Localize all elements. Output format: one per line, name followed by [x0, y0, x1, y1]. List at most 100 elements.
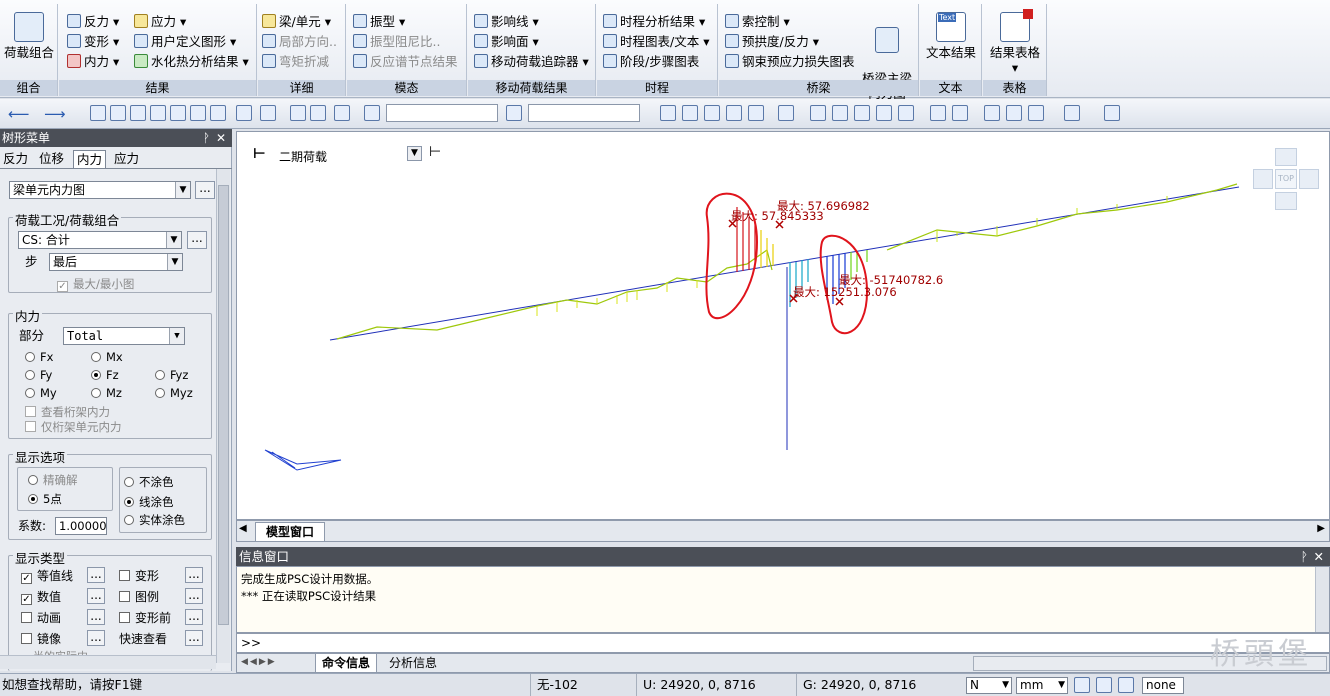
radio-my[interactable]: My — [25, 385, 57, 401]
view-iso-icon[interactable] — [748, 105, 764, 121]
unselect-icon[interactable] — [210, 105, 226, 121]
zoom-window-icon[interactable] — [832, 105, 848, 121]
selection-combo[interactable]: none — [1142, 677, 1184, 694]
inverse-icon[interactable] — [260, 105, 276, 121]
tab-displacement[interactable]: 位移 — [36, 150, 67, 168]
view-cube-top[interactable]: TOP — [1275, 169, 1297, 189]
view-cube[interactable]: TOP — [1251, 146, 1321, 212]
mirror-options-button[interactable]: ... — [87, 630, 105, 646]
view-front-icon[interactable] — [660, 105, 676, 121]
contour-options-button[interactable]: ... — [87, 567, 105, 583]
legend-checkbox[interactable]: 图例 — [119, 589, 159, 605]
select-icon[interactable] — [90, 105, 106, 121]
influence-line-button[interactable]: 影响线 ▾ — [474, 12, 539, 32]
select-filter-combo[interactable] — [386, 104, 498, 122]
moving-tracer-button[interactable]: 移动荷载追踪器 ▾ — [474, 52, 589, 72]
radio-exact[interactable]: 精确解 — [28, 472, 78, 488]
radio-fz[interactable]: Fz — [91, 367, 119, 383]
deform-options-button[interactable]: ... — [185, 567, 203, 583]
pointer-icon[interactable] — [364, 105, 380, 121]
undo-icon[interactable]: ⟵ — [8, 105, 30, 123]
radio-solid-color[interactable]: 实体涂色 — [124, 512, 185, 528]
type-options-button[interactable]: ... — [195, 181, 215, 199]
deform-checkbox[interactable]: 变形 — [119, 568, 159, 584]
length-unit-combo[interactable]: mm ▼ — [1016, 677, 1068, 694]
snap-icon[interactable] — [1074, 677, 1090, 693]
coef-input[interactable]: 1.000000 — [55, 517, 107, 535]
select-volume-icon[interactable] — [190, 105, 206, 121]
select-line-icon[interactable] — [150, 105, 166, 121]
snap2-icon[interactable] — [1096, 677, 1112, 693]
deactivate-icon[interactable] — [310, 105, 326, 121]
result-type-combo[interactable]: 梁单元内力图 ▼ — [9, 181, 191, 199]
activate-icon[interactable] — [236, 105, 252, 121]
screen-icon[interactable] — [876, 105, 892, 121]
lock-icon[interactable] — [1006, 105, 1022, 121]
radio-fyz[interactable]: Fyz — [155, 367, 188, 383]
radio-mx[interactable]: Mx — [91, 349, 123, 365]
scroll-thumb[interactable] — [218, 185, 229, 625]
tab-force[interactable]: 内力 — [73, 150, 107, 168]
radio-mz[interactable]: Mz — [91, 385, 122, 401]
view-cube-back[interactable] — [1275, 148, 1297, 166]
part-combo[interactable]: Total ▼ — [63, 327, 185, 345]
activate-all-icon[interactable] — [290, 105, 306, 121]
tab-model-window[interactable]: 模型窗口 — [255, 522, 326, 541]
reaction-button[interactable]: 反力 ▾ — [67, 12, 119, 32]
deformation-button[interactable]: 变形 ▾ — [67, 32, 119, 52]
stress-button[interactable]: 应力 ▾ — [134, 12, 186, 32]
view-back-icon[interactable] — [682, 105, 698, 121]
radio-fy[interactable]: Fy — [25, 367, 52, 383]
view-cube-front[interactable] — [1275, 192, 1297, 210]
tendon-loss-button[interactable]: 钢束预应力损失图表 — [725, 52, 855, 72]
tab-reaction[interactable]: 反力 — [0, 150, 31, 168]
play-icon[interactable] — [1118, 677, 1134, 693]
zoom-icon[interactable] — [778, 105, 794, 121]
truss-only-checkbox[interactable]: 仅桁架单元内力 — [25, 419, 122, 435]
select-window-icon[interactable] — [110, 105, 126, 121]
copy-icon[interactable] — [984, 105, 1000, 121]
user-graph-button[interactable]: 用户定义图形 ▾ — [134, 32, 236, 52]
info-scrollbar[interactable] — [1315, 567, 1329, 632]
load-case-options-button[interactable]: ... — [187, 231, 207, 249]
undeformed-options-button[interactable]: ... — [185, 609, 203, 625]
radio-five-point[interactable]: 5点 — [28, 491, 62, 507]
tab-stress[interactable]: 应力 — [111, 150, 142, 168]
redo-icon[interactable]: ⟶ — [44, 105, 66, 123]
tab-nav-icon[interactable]: ◀◀▶▶ — [241, 657, 277, 667]
screen2-icon[interactable] — [898, 105, 914, 121]
pointer2-icon[interactable] — [506, 105, 522, 121]
contour-checkbox[interactable]: ✓ 等值线 — [21, 568, 73, 584]
load-combination-button[interactable]: 荷载组合 — [4, 12, 54, 60]
close-icon[interactable]: ✕ — [1314, 547, 1324, 566]
model-window[interactable]: ⊢ 二期荷载 ▼ ⊢ 最大: 57.845333 最大: 57.696982 最… — [236, 131, 1330, 520]
legend-options-button[interactable]: ... — [185, 588, 203, 604]
view-right-icon[interactable] — [726, 105, 742, 121]
local-dir-button[interactable]: 局部方向.. — [262, 32, 337, 52]
mirror-checkbox[interactable]: 镜像 — [21, 631, 61, 647]
quick-view-options-button[interactable]: ... — [185, 630, 203, 646]
radio-fx[interactable]: Fx — [25, 349, 53, 365]
animation-checkbox[interactable]: 动画 — [21, 610, 61, 626]
radio-line-color[interactable]: 线涂色 — [124, 494, 174, 510]
radio-myz[interactable]: Myz — [155, 385, 193, 401]
check-icon[interactable] — [1104, 105, 1120, 121]
command-input[interactable]: >> — [236, 633, 1330, 653]
tab-command-info[interactable]: 命令信息 — [315, 654, 378, 673]
node-number-icon[interactable] — [930, 105, 946, 121]
value-checkbox[interactable]: ✓ 数值 — [21, 589, 61, 605]
close-icon[interactable]: ✕ — [216, 129, 226, 147]
moment-reduction-button[interactable]: 弯矩折减 — [262, 52, 329, 72]
select-poly-icon[interactable] — [130, 105, 146, 121]
select-filter-combo-2[interactable] — [528, 104, 640, 122]
radio-no-color[interactable]: 不涂色 — [124, 474, 174, 490]
load-case-combo[interactable]: CS: 合计 ▼ — [18, 231, 182, 249]
maxmin-checkbox[interactable]: ✓ 最大/最小图 — [57, 276, 134, 292]
left-scrollbar[interactable] — [216, 169, 230, 663]
force-button[interactable]: 内力 ▾ — [67, 52, 119, 72]
undeformed-checkbox[interactable]: 变形前 — [119, 610, 171, 626]
zoom-fit-icon[interactable] — [810, 105, 826, 121]
tab-scroll-left-icon[interactable]: ◀ — [239, 523, 247, 534]
tab-analysis-info[interactable]: 分析信息 — [383, 654, 443, 673]
grid-icon[interactable] — [1064, 105, 1080, 121]
